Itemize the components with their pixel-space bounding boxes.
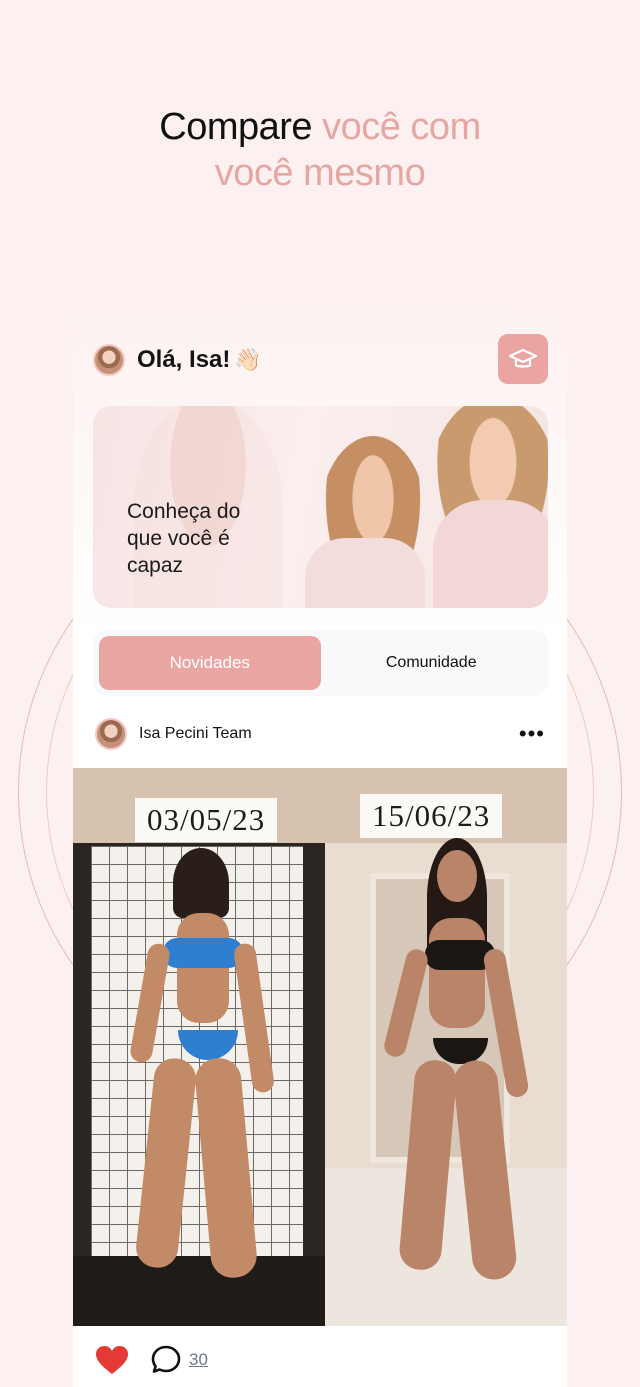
headline-part-accent: você com [322, 106, 481, 148]
post-actions: 30 [95, 1342, 545, 1378]
post-header: Isa Pecini Team ••• [95, 718, 545, 750]
photo-after [325, 768, 567, 1326]
wave-emoji: 👋🏻 [234, 347, 262, 372]
figure-before-hair [173, 848, 229, 918]
like-button[interactable] [95, 1345, 129, 1375]
feed-tabs: Novidades Comunidade [93, 630, 548, 696]
banner-figure-left-top [305, 538, 425, 608]
date-before-label: 03/05/23 [135, 798, 278, 842]
figure-after-torso [429, 918, 485, 1028]
more-horizontal-icon[interactable]: ••• [519, 723, 545, 745]
headline-part-accent-2: você mesmo [214, 152, 426, 194]
greeting-row: Olá, Isa! 👋🏻 [93, 334, 548, 386]
tab-comunidade[interactable]: Comunidade [321, 636, 543, 690]
banner-text: Conheça do que você é capaz [127, 500, 241, 577]
post-author[interactable]: Isa Pecini Team [139, 725, 252, 743]
comment-button[interactable] [151, 1345, 183, 1375]
courses-button[interactable] [498, 334, 548, 384]
phone-screen: Olá, Isa! 👋🏻 Conheça do que você é capaz… [73, 276, 567, 1387]
headline-part-dark: Compare [159, 106, 323, 148]
graduation-cap-icon [508, 348, 538, 368]
figure-after-head [437, 850, 477, 902]
tab-novidades[interactable]: Novidades [99, 636, 321, 690]
post-image[interactable]: 03/05/23 15/06/23 [73, 768, 567, 1326]
banner-figure-right-top [433, 500, 548, 608]
figure-before-top [163, 938, 243, 968]
author-avatar[interactable] [95, 718, 127, 750]
heart-icon [96, 1346, 128, 1374]
comment-count[interactable]: 30 [189, 1350, 208, 1370]
promo-banner[interactable]: Conheça do que você é capaz [93, 406, 548, 608]
date-after-label: 15/06/23 [360, 794, 503, 838]
photo-before: 03/05/23 [73, 768, 325, 1326]
floor [73, 1256, 325, 1326]
greeting-text: Olá, Isa! [137, 346, 231, 373]
comment-icon [151, 1345, 181, 1373]
figure-before-torso [177, 913, 229, 1023]
headline: Compare você com você mesmo [0, 104, 640, 196]
user-avatar[interactable] [93, 344, 125, 376]
